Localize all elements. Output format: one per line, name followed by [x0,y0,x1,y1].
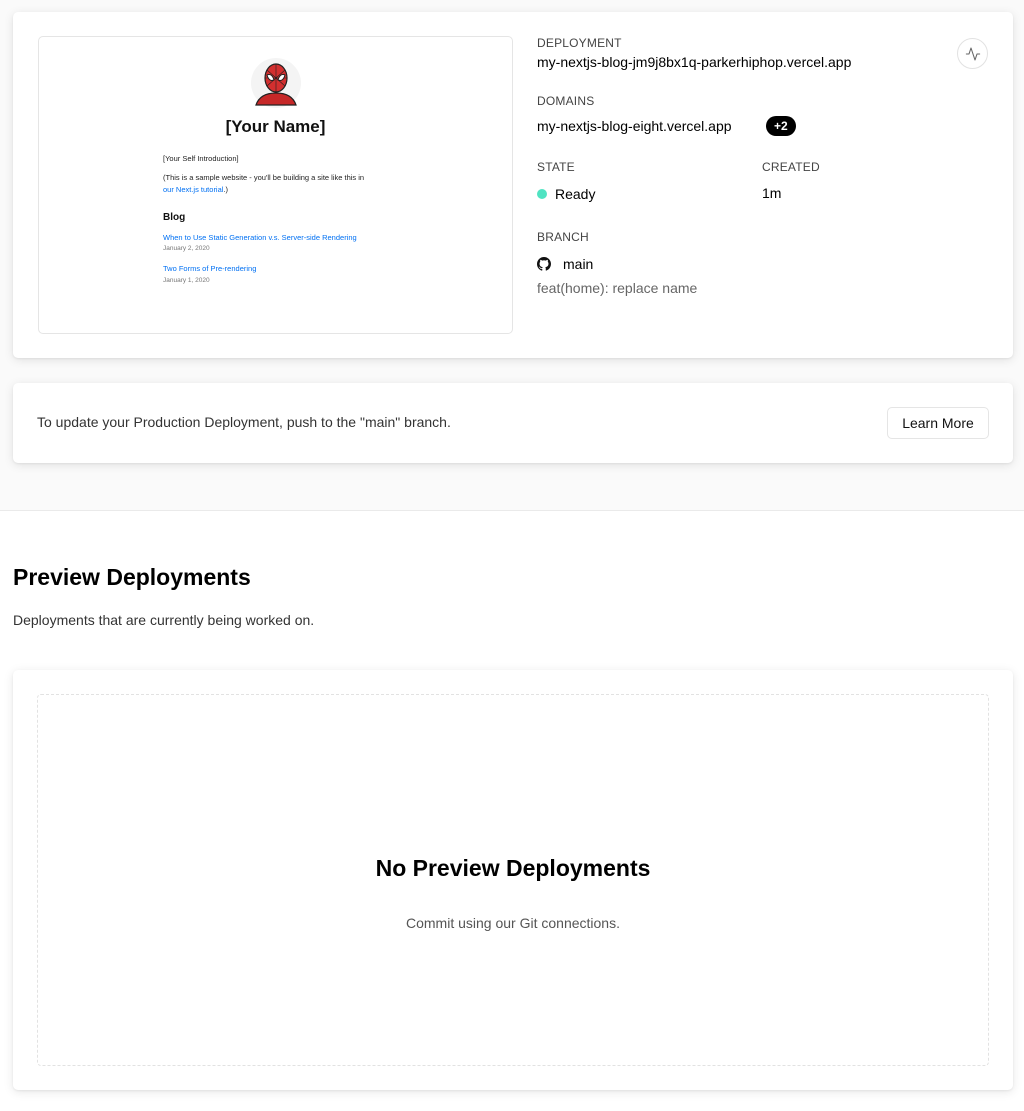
preview-sample-line: our Next.js tutorial.) [163,185,228,194]
deployment-screenshot[interactable]: [Your Name] [Your Self Introduction] (Th… [38,36,513,334]
state-label: STATE [537,160,575,174]
empty-state-description: Commit using our Git connections. [406,915,620,931]
github-icon [537,257,551,271]
preview-deployments-title: Preview Deployments [13,564,251,590]
production-deployment-card: [Your Name] [Your Self Introduction] (Th… [13,12,1013,358]
preview-post-date: January 1, 2020 [163,277,210,284]
preview-post-title: When to Use Static Generation v.s. Serve… [163,233,357,242]
preview-deployments-card: No Preview Deployments Commit using our … [13,670,1013,1090]
preview-post-title: Two Forms of Pre-rendering [163,264,257,273]
spiderman-avatar-icon [251,58,301,108]
preview-intro: [Your Self Introduction] [163,154,239,163]
domain-link[interactable]: my-nextjs-blog-eight.vercel.app [537,118,732,134]
empty-state-title: No Preview Deployments [375,855,651,881]
preview-name: [Your Name] [225,117,326,136]
deployment-label: DEPLOYMENT [537,36,622,50]
created-label: CREATED [762,160,820,174]
activity-button[interactable] [957,38,988,69]
created-value: 1m [762,185,782,201]
domains-label: DOMAINS [537,94,595,108]
preview-deployments-description: Deployments that are currently being wor… [13,612,315,628]
preview-sample-end: .) [223,185,229,194]
branch-link[interactable]: main [563,256,593,272]
more-domains-badge[interactable]: +2 [766,116,796,136]
status-ready-dot [537,189,547,199]
deployment-url-link[interactable]: my-nextjs-blog-jm9j8bx1q-parkerhiphop.ve… [537,54,851,70]
empty-state: No Preview Deployments Commit using our … [37,694,989,1066]
preview-tutorial-link: our Next.js tutorial [163,185,224,194]
activity-icon [965,46,980,61]
commit-message[interactable]: feat(home): replace name [537,280,697,296]
state-value: Ready [555,186,596,202]
preview-sample-text: (This is a sample website - you'll be bu… [163,173,365,182]
preview-blog-heading: Blog [163,212,186,223]
preview-post-date: January 2, 2020 [163,245,210,252]
update-notice-card: To update your Production Deployment, pu… [13,383,1013,463]
branch-label: BRANCH [537,230,589,244]
learn-more-button[interactable]: Learn More [887,407,989,439]
update-notice-text: To update your Production Deployment, pu… [37,414,451,430]
